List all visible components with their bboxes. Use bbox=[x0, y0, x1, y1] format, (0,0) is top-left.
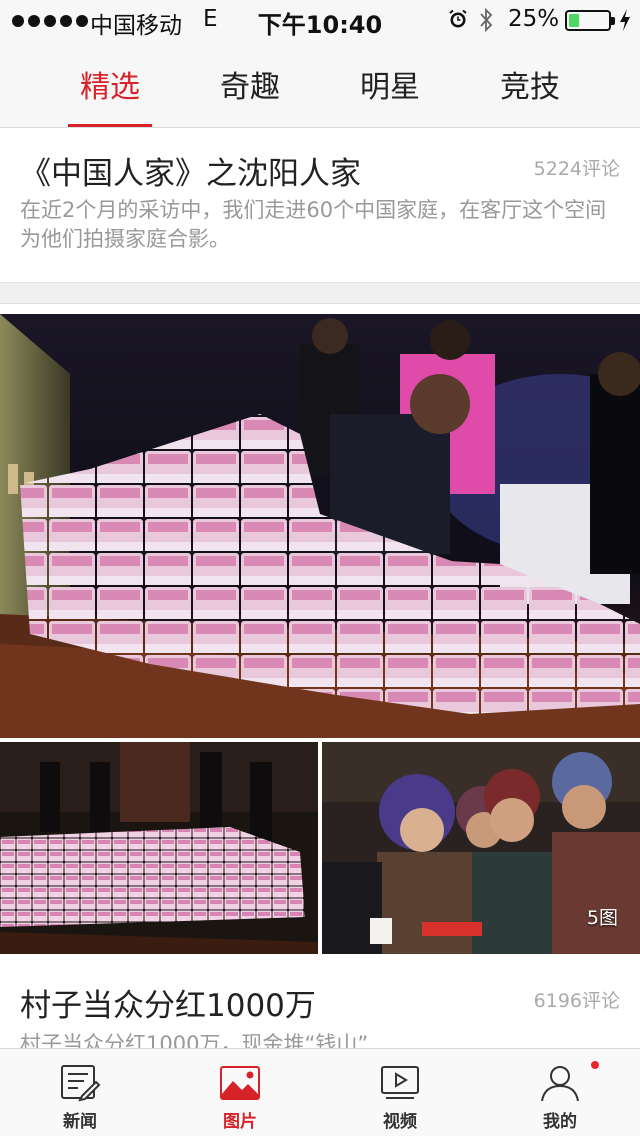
video-icon bbox=[381, 1066, 419, 1099]
status-bar: 中国移动 E 下午10:40 25% bbox=[0, 0, 640, 42]
profile-icon bbox=[541, 1066, 579, 1102]
tab-stars[interactable]: 明星 bbox=[340, 62, 440, 106]
gallery-main-photo[interactable] bbox=[0, 314, 640, 738]
nav-label: 视频 bbox=[383, 1112, 417, 1132]
article-card[interactable]: 《中国人家》之沈阳人家 5224评论 在近2个月的采访中，我们走进60个中国家庭… bbox=[0, 128, 640, 282]
nav-news[interactable]: 新闻 bbox=[0, 1049, 160, 1136]
carrier-name: 中国移动 bbox=[90, 13, 182, 39]
charging-icon bbox=[620, 9, 630, 31]
article-title[interactable]: 《中国人家》之沈阳人家 bbox=[20, 148, 361, 193]
news-icon bbox=[61, 1065, 101, 1102]
nav-label: 我的 bbox=[543, 1112, 577, 1132]
nav-label: 图片 bbox=[223, 1112, 257, 1132]
tab-sports[interactable]: 竞技 bbox=[480, 62, 580, 106]
article-description: 在近2个月的采访中，我们走进60个中国家庭，在客厅这个空间为他们拍摄家庭合影。 bbox=[20, 198, 607, 251]
bottom-tab-bar: 新闻 图片 视频 我的 bbox=[0, 1048, 640, 1136]
nav-profile[interactable]: 我的 bbox=[480, 1049, 640, 1136]
alarm-icon bbox=[449, 9, 467, 28]
comment-count: 6196评论 bbox=[533, 990, 620, 1012]
gallery-photo[interactable] bbox=[0, 742, 318, 954]
tab-fun[interactable]: 奇趣 bbox=[200, 62, 300, 106]
category-tabs: 精选 奇趣 明星 竞技 bbox=[0, 42, 640, 128]
tab-featured[interactable]: 精选 bbox=[60, 62, 160, 106]
nav-video[interactable]: 视频 bbox=[320, 1049, 480, 1136]
battery-icon bbox=[565, 10, 615, 31]
comment-count: 5224评论 bbox=[533, 158, 620, 180]
article-title[interactable]: 村子当众分红1000万 bbox=[20, 980, 316, 1025]
network-type: E bbox=[203, 6, 218, 32]
nav-label: 新闻 bbox=[63, 1112, 97, 1132]
battery-percent: 25% bbox=[508, 6, 560, 32]
signal-strength-icon bbox=[12, 15, 88, 27]
picture-icon bbox=[220, 1066, 260, 1100]
active-tab-indicator bbox=[68, 124, 152, 127]
notification-badge bbox=[591, 1061, 599, 1069]
bluetooth-icon bbox=[480, 7, 493, 33]
photo-count-badge: 5图 bbox=[586, 907, 618, 929]
gallery-photo[interactable]: 5图 bbox=[322, 742, 640, 954]
nav-pictures[interactable]: 图片 bbox=[160, 1049, 320, 1136]
section-divider bbox=[0, 282, 640, 304]
